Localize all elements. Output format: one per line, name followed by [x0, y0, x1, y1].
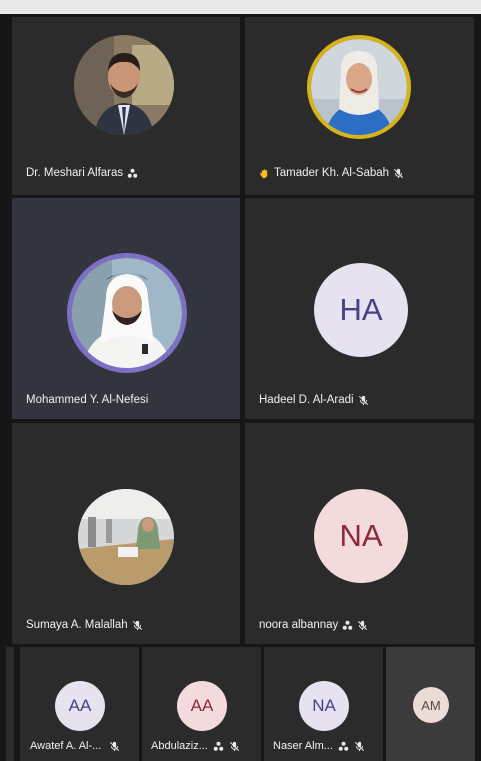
strip-tile-naser[interactable]: NA Naser Alm... [264, 647, 383, 761]
avatar-initials: NA [299, 681, 349, 731]
network-icon [338, 741, 349, 752]
mic-muted-icon [132, 620, 143, 631]
strip-tile-am[interactable]: AM [386, 647, 475, 761]
avatar-initials: HA [314, 263, 408, 357]
avatar-photo-speaking [67, 253, 187, 373]
participant-tile-noora[interactable]: NA noora albannay [245, 423, 474, 644]
strip-edge-tile [6, 647, 14, 761]
participant-tile-hadeel[interactable]: HA Hadeel D. Al-Aradi [245, 198, 474, 419]
avatar-initials: AA [55, 681, 105, 731]
participant-tile-sumaya[interactable]: Sumaya A. Malallah [12, 423, 240, 644]
avatar-initials: NA [314, 489, 408, 583]
avatar-photo [78, 489, 174, 585]
raised-hand-icon [259, 168, 270, 179]
mic-muted-icon [393, 168, 404, 179]
mic-muted-icon [354, 741, 365, 752]
strip-tile-abdulaziz[interactable]: AA Abdulaziz... [142, 647, 261, 761]
participant-name: Hadeel D. Al-Aradi [259, 394, 369, 406]
meeting-gallery: Dr. Meshari Alfaras Tamader Kh. Al-Sabah [0, 14, 481, 761]
participant-name: Awatef A. Al-... [30, 740, 120, 752]
participant-tile-mohammed[interactable]: Mohammed Y. Al-Nefesi [12, 198, 240, 419]
participant-name: Tamader Kh. Al-Sabah [259, 167, 404, 179]
mic-muted-icon [358, 395, 369, 406]
participant-name: Sumaya A. Malallah [26, 619, 143, 631]
mic-muted-icon [229, 741, 240, 752]
avatar-photo [74, 35, 174, 135]
participant-name: Dr. Meshari Alfaras [26, 167, 138, 179]
participant-tile-meshari[interactable]: Dr. Meshari Alfaras [12, 17, 240, 195]
participant-name: Abdulaziz... [151, 740, 240, 752]
mic-muted-icon [109, 741, 120, 752]
participant-name: noora albannay [259, 619, 368, 631]
avatar-photo-raised-hand [307, 35, 411, 139]
network-icon [127, 168, 138, 179]
mic-muted-icon [357, 620, 368, 631]
participant-tile-tamader[interactable]: Tamader Kh. Al-Sabah [245, 17, 474, 195]
network-icon [342, 620, 353, 631]
participant-name: Naser Alm... [273, 740, 365, 752]
strip-tile-awatef[interactable]: AA Awatef A. Al-... [20, 647, 139, 761]
avatar-initials: AM [413, 687, 449, 723]
network-icon [213, 741, 224, 752]
avatar-initials: AA [177, 681, 227, 731]
participant-name: Mohammed Y. Al-Nefesi [26, 394, 149, 406]
